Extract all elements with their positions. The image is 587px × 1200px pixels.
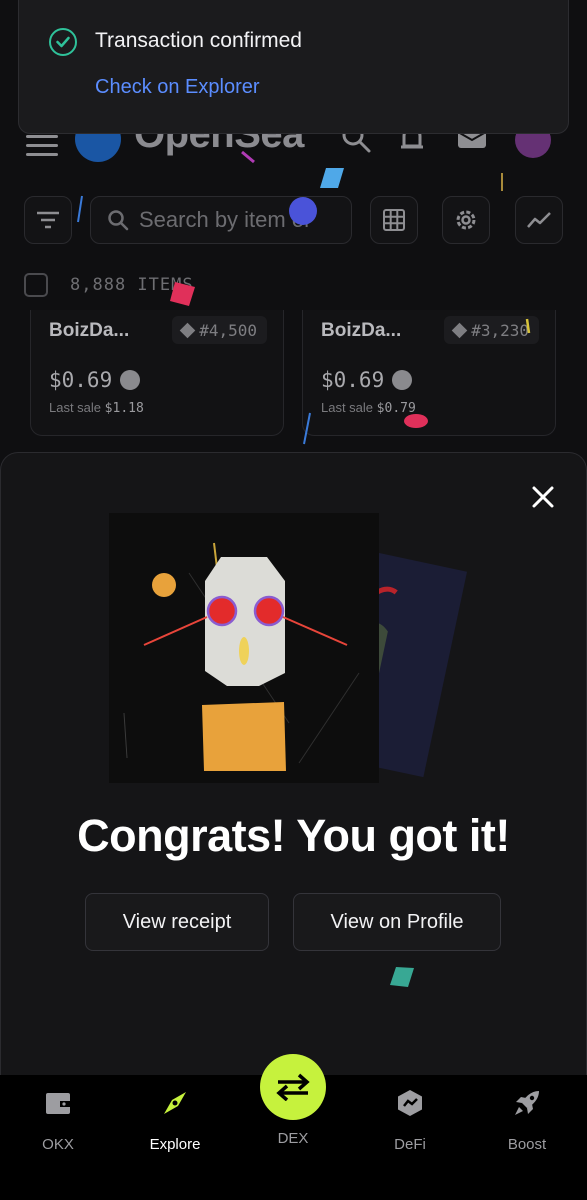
rocket-icon [515, 1091, 539, 1115]
nav-label: Boost [507, 1136, 547, 1153]
last-sale: Last sale $1.18 [49, 400, 144, 416]
nav-label: OKX [42, 1136, 74, 1153]
view-receipt-button[interactable]: View receipt [85, 893, 269, 951]
toast-message: Transaction confirmed [95, 29, 302, 52]
wallet-icon [46, 1093, 70, 1114]
check-circle-icon [49, 28, 77, 56]
last-sale-value: $1.18 [104, 401, 144, 416]
last-sale-label: Last sale [321, 400, 374, 415]
coin-icon [120, 370, 141, 390]
gear-icon [456, 210, 476, 230]
confetti-piece [241, 150, 255, 164]
diamond-icon [179, 322, 196, 338]
compass-icon [164, 1092, 186, 1114]
card-name: BoizDa... [321, 320, 402, 341]
nav-item-explore[interactable]: Explore [125, 1088, 225, 1153]
transaction-toast: Transaction confirmed Check on Explorer [18, 0, 569, 134]
confetti-piece [404, 414, 428, 428]
nav-label: DeFi [394, 1136, 426, 1153]
confetti-piece [320, 168, 344, 188]
settings-button[interactable] [442, 196, 490, 244]
filter-icon [37, 211, 59, 229]
confetti-piece [289, 197, 317, 225]
confetti-piece [170, 282, 195, 306]
nav-item-dex[interactable] [260, 1054, 326, 1120]
token-tag: #4,500 [172, 316, 267, 344]
confetti-piece [303, 412, 311, 445]
check-explorer-link[interactable]: Check on Explorer [95, 76, 260, 99]
nav-label: DEX [277, 1130, 309, 1147]
confetti-piece [525, 318, 531, 334]
coin-icon [392, 370, 413, 390]
filter-button[interactable] [24, 196, 72, 244]
menu-icon[interactable] [26, 135, 58, 157]
view-on-profile-button[interactable]: View on Profile [293, 893, 501, 951]
card-price: $0.69 [49, 368, 141, 392]
trend-icon [527, 212, 551, 228]
nav-label: Explore [149, 1136, 201, 1153]
grid-view-button[interactable] [370, 196, 418, 244]
card-name: BoizDa... [49, 320, 130, 341]
grid-icon [383, 209, 405, 231]
close-button[interactable] [528, 482, 558, 512]
confetti-piece [77, 195, 83, 223]
close-icon [532, 486, 554, 508]
price-value: $0.69 [49, 368, 113, 392]
nft-card[interactable]: BoizDa... #4,500 $0.69 Last sale $1.18 [30, 310, 284, 436]
nav-item-boost[interactable]: Boost [477, 1088, 577, 1153]
congrats-headline: Congrats! You got it! [77, 810, 510, 861]
activity-chart-button[interactable] [515, 196, 563, 244]
card-price: $0.69 [321, 368, 413, 392]
confetti-piece [390, 967, 414, 987]
token-number: #3,230 [471, 320, 529, 340]
nft-artwork-stack [109, 513, 468, 783]
select-all-checkbox[interactable] [24, 273, 48, 297]
defi-icon [398, 1090, 422, 1116]
nav-item-okx[interactable]: OKX [8, 1088, 108, 1153]
diamond-icon [451, 322, 468, 338]
search-icon [108, 210, 129, 231]
last-sale-label: Last sale [49, 400, 102, 415]
price-value: $0.69 [321, 368, 385, 392]
token-number: #4,500 [199, 320, 257, 340]
swap-icon [276, 1073, 310, 1101]
confetti-piece [501, 173, 503, 191]
nav-item-defi[interactable]: DeFi [360, 1088, 460, 1153]
